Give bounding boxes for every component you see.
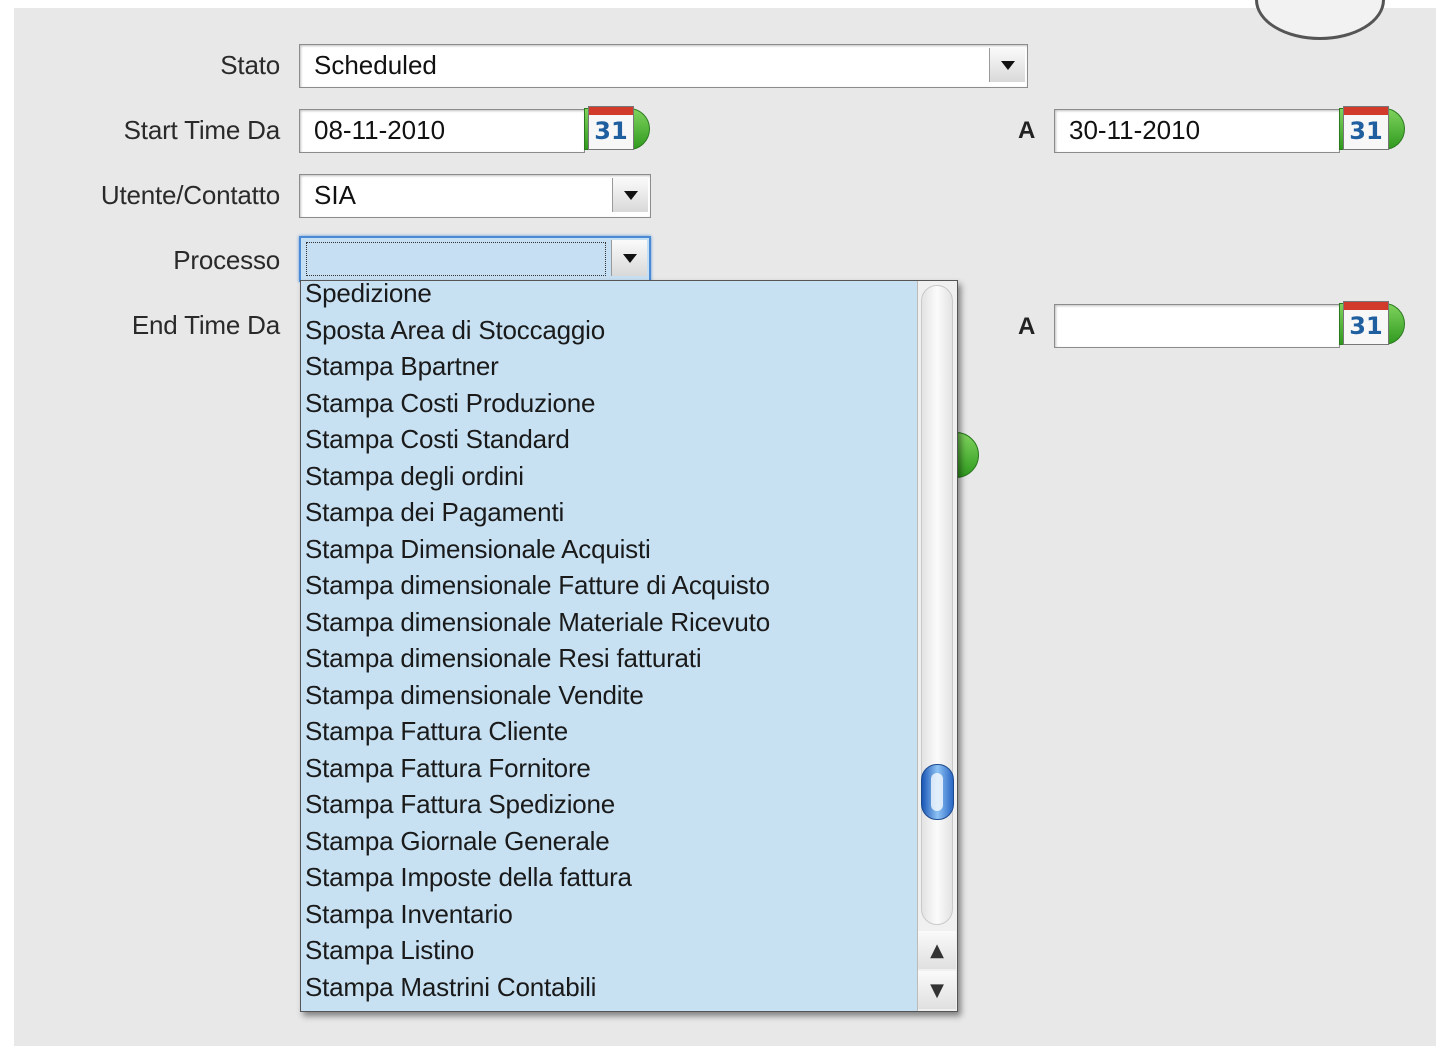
scroll-thumb[interactable] (921, 763, 954, 820)
end-time-da-label: End Time Da (131, 310, 280, 340)
start-time-a-label: A (1018, 117, 1036, 144)
start-time-to-input[interactable]: 30-11-2010 (1054, 109, 1340, 153)
chevron-down-icon[interactable] (989, 48, 1025, 82)
processo-dropdown-list[interactable]: Spedizione Sposta Area di Stoccaggio Stamp… (300, 280, 958, 1012)
calendar-day-label: 31 (1349, 312, 1383, 340)
start-time-from-input[interactable]: 08-11-2010 (299, 109, 585, 153)
dropdown-option[interactable]: Stampa Dimensionale Acquisti (305, 531, 917, 568)
start-time-from-value: 08-11-2010 (314, 115, 446, 145)
processo-label: Processo (173, 245, 280, 275)
scroll-track[interactable] (921, 285, 953, 925)
dropdown-option[interactable]: Stampa degli ordini (305, 458, 917, 495)
dropdown-option[interactable]: Stampa Listino (305, 932, 917, 969)
dropdown-option[interactable]: Stampa Costi Produzione (305, 385, 917, 422)
chevron-down-icon[interactable] (611, 240, 647, 276)
start-time-da-label: Start Time Da (123, 115, 281, 145)
dropdown-option[interactable]: Sposta Area di Stoccaggio (305, 312, 917, 349)
dropdown-option[interactable]: Stampa Imposte della fattura (305, 859, 917, 896)
processo-options: Spedizione Sposta Area di Stoccaggio Stamp… (305, 281, 917, 1006)
dropdown-option[interactable]: Stampa Giornale Generale (305, 823, 917, 860)
scroll-up-icon[interactable]: ▲ (918, 931, 956, 969)
dropdown-option[interactable]: Stampa dimensionale Materiale Ricevuto (305, 604, 917, 641)
stato-label: Stato (220, 50, 280, 80)
dropdown-option[interactable]: Stampa Fattura Spedizione (305, 786, 917, 823)
scroll-down-icon[interactable]: ▼ (918, 971, 956, 1009)
dropdown-option[interactable]: Stampa Bpartner (305, 348, 917, 385)
calendar-day-label: 31 (594, 117, 628, 145)
utente-contatto-label: Utente/Contatto (100, 180, 280, 210)
processo-value (306, 242, 606, 276)
utente-contatto-value: SIA (314, 180, 356, 210)
end-time-a-label: A (1018, 313, 1036, 340)
calendar-icon[interactable]: 31 (1339, 301, 1409, 347)
dropdown-option[interactable]: Stampa dimensionale Vendite (305, 677, 917, 714)
stato-select[interactable]: Scheduled (299, 44, 1028, 88)
dropdown-option[interactable]: Spedizione (305, 281, 917, 312)
dropdown-option[interactable]: Stampa Inventario (305, 896, 917, 933)
utente-contatto-select[interactable]: SIA (299, 174, 651, 218)
end-time-to-input[interactable] (1054, 304, 1340, 348)
processo-select[interactable] (299, 236, 651, 282)
stato-value: Scheduled (314, 50, 437, 80)
calendar-icon[interactable]: 31 (584, 106, 654, 152)
dropdown-option[interactable]: Stampa Costi Standard (305, 421, 917, 458)
dropdown-scrollbar[interactable]: ▲ ▼ (917, 281, 957, 1011)
dropdown-option[interactable]: Stampa dimensionale Fatture di Acquisto (305, 567, 917, 604)
calendar-icon[interactable]: 31 (1339, 106, 1409, 152)
dropdown-option[interactable]: Stampa dimensionale Resi fatturati (305, 640, 917, 677)
calendar-day-label: 31 (1349, 117, 1383, 145)
dropdown-option[interactable]: Stampa Fattura Fornitore (305, 750, 917, 787)
start-time-to-value: 30-11-2010 (1069, 115, 1201, 145)
dropdown-option[interactable]: Stampa Fattura Cliente (305, 713, 917, 750)
chevron-down-icon[interactable] (612, 178, 648, 212)
dropdown-option[interactable]: Stampa Mastrini Contabili (305, 969, 917, 1006)
dropdown-option[interactable]: Stampa dei Pagamenti (305, 494, 917, 531)
